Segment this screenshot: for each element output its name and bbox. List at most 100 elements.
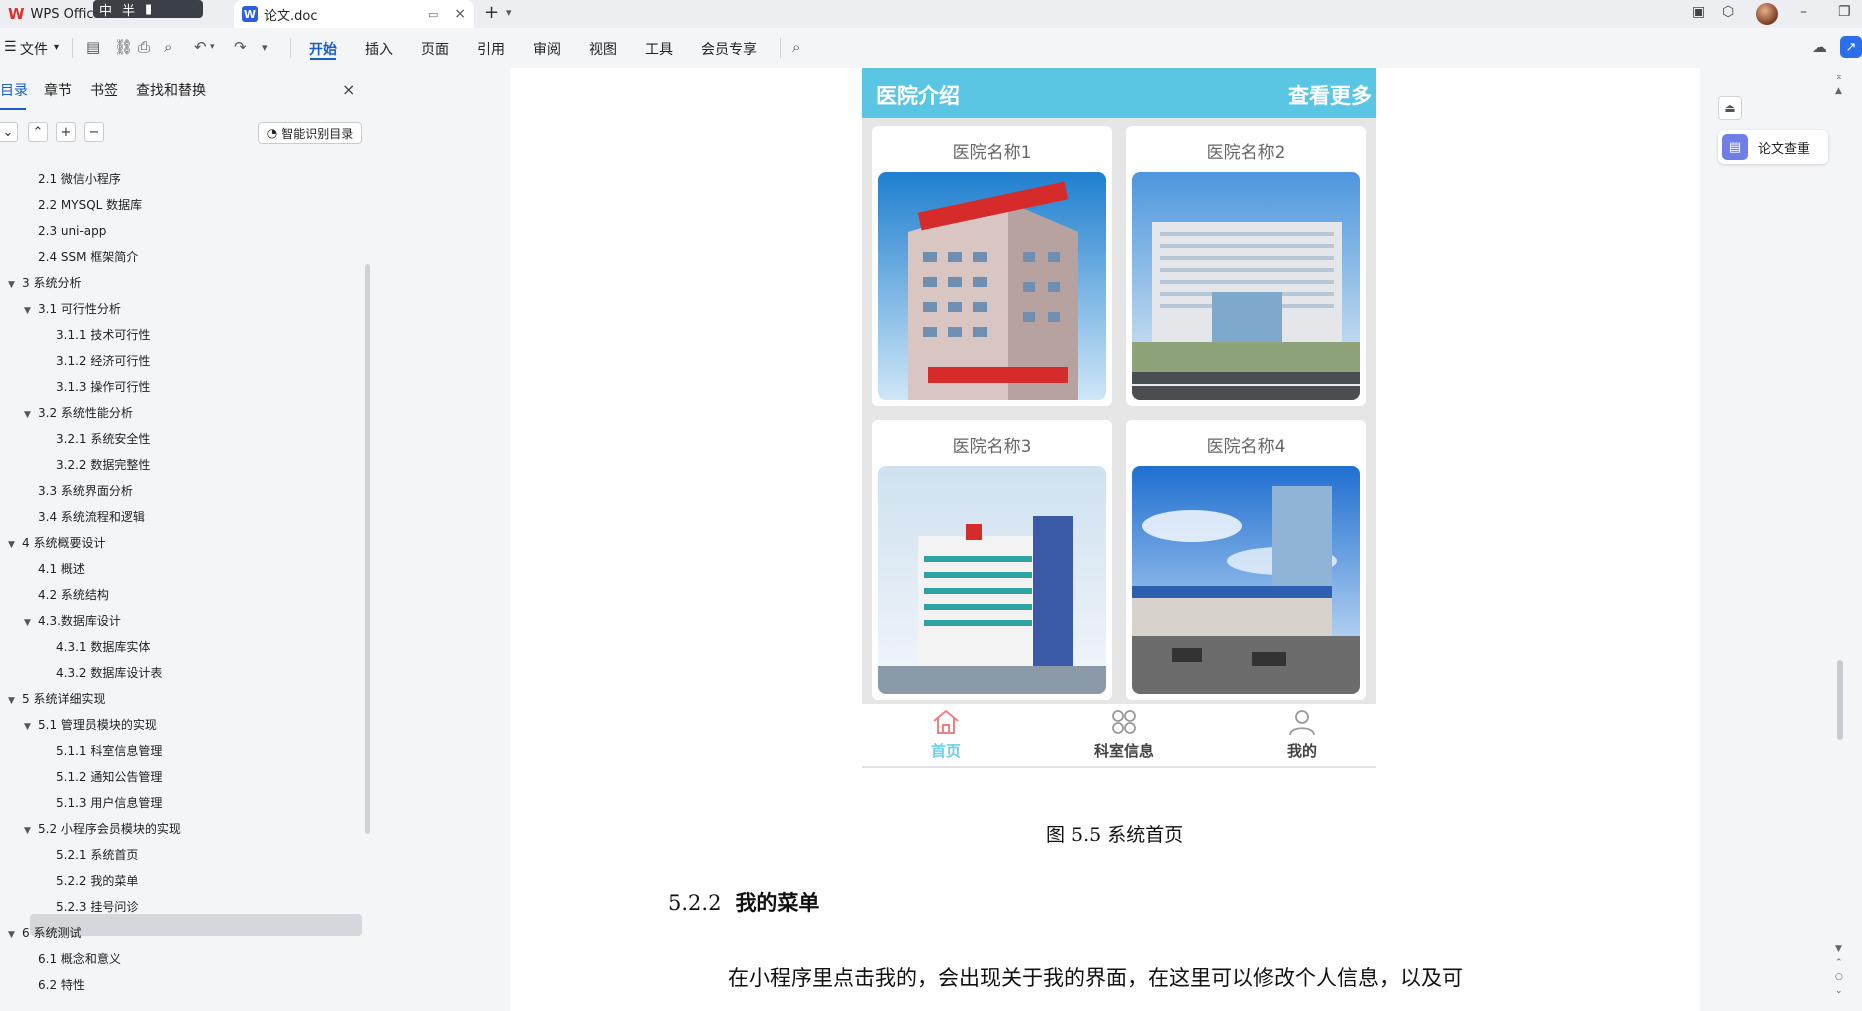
search-icon[interactable]: ⌕ [792, 38, 800, 56]
toc-item[interactable]: 5.1.2 通知公告管理 [42, 766, 162, 788]
print-icon[interactable]: ⎙ [138, 38, 150, 56]
print-preview-icon[interactable]: ⌕ [164, 38, 172, 56]
redo-icon[interactable]: ↷ [234, 38, 247, 56]
cube-icon[interactable]: ⬡ [1722, 4, 1734, 20]
toc-item[interactable]: 5.2.1 系统首页 [42, 844, 138, 866]
toc-item[interactable]: 3.2.1 系统安全性 [42, 428, 150, 450]
paper-check-button[interactable]: ▤ 论文查重 [1718, 130, 1828, 164]
close-pane-icon[interactable]: × [342, 80, 355, 99]
toc-item[interactable]: 3.1.3 操作可行性 [42, 376, 150, 398]
expand-arrow-icon[interactable]: ▼ [24, 300, 38, 322]
ime-mode[interactable]: 中 [99, 0, 112, 19]
next-page-icon[interactable]: ⌄ [1835, 986, 1843, 996]
toc-item[interactable]: 3.1.2 经济可行性 [42, 350, 150, 372]
menu-item-start[interactable]: 开始 [309, 39, 337, 59]
toc-item[interactable]: 2.4 SSM 框架简介 [24, 246, 138, 268]
toc-item[interactable]: 4.3.1 数据库实体 [42, 636, 150, 658]
close-tab-icon[interactable]: × [454, 6, 466, 22]
expand-arrow-icon[interactable]: ▼ [24, 716, 38, 738]
toc-item-label: 4.3.1 数据库实体 [56, 640, 151, 654]
tab-find-replace[interactable]: 查找和替换 [136, 80, 206, 100]
toc-item[interactable]: 2.2 MYSQL 数据库 [24, 194, 142, 216]
toc-item[interactable]: 4.3.2 数据库设计表 [42, 662, 162, 684]
expand-arrow-icon[interactable]: ▼ [8, 534, 22, 556]
toc-item[interactable]: ▼ 4.3.数据库设计 [24, 610, 121, 632]
menu-item-insert[interactable]: 插入 [365, 39, 393, 59]
hamburger-icon[interactable]: ☰ [4, 39, 17, 55]
toc-item[interactable]: 4.1 概述 [24, 558, 85, 580]
collapse-all-button[interactable]: ⌄ [0, 122, 18, 142]
expand-arrow-icon[interactable]: ▼ [24, 404, 38, 426]
avatar[interactable] [1756, 3, 1778, 25]
save-icon[interactable]: ▤ [86, 38, 100, 56]
link-icon[interactable]: ⛓ [114, 38, 133, 56]
toc-item[interactable]: 3.2.2 数据完整性 [42, 454, 150, 476]
toc-item[interactable]: 6.2 特性 [24, 974, 85, 996]
move-up-button[interactable]: ⌃ [28, 122, 48, 142]
toc-item[interactable]: 3.3 系统界面分析 [24, 480, 133, 502]
toc-item[interactable]: 5.1.3 用户信息管理 [42, 792, 162, 814]
menu-item-tools[interactable]: 工具 [645, 39, 673, 59]
collapse-panel-button[interactable]: ⏏ [1718, 96, 1742, 120]
chevron-down-icon[interactable]: ▾ [506, 6, 512, 19]
menu-item-view[interactable]: 视图 [589, 39, 617, 59]
chevron-down-icon[interactable]: ▾ [210, 42, 215, 52]
toc-item[interactable]: 5.2.3 挂号问诊 [42, 896, 138, 918]
cloud-icon[interactable]: ☁ [1812, 38, 1827, 56]
new-tab-button[interactable]: + [484, 2, 499, 23]
expand-arrow-icon[interactable]: ▼ [8, 274, 22, 296]
pane-scrollbar[interactable] [365, 264, 370, 834]
toc-item[interactable]: ▼ 5.2 小程序会员模块的实现 [24, 818, 181, 840]
restore-icon[interactable]: ❐ [1838, 4, 1851, 20]
toc-item-label: 5.1 管理员模块的实现 [38, 718, 157, 732]
toc-item[interactable]: ▼ 3.2 系统性能分析 [24, 402, 133, 424]
toc-item[interactable]: ▼ 3.1 可行性分析 [24, 298, 121, 320]
menu-item-page[interactable]: 页面 [421, 39, 449, 59]
nav-departments: 科室信息 [1074, 708, 1174, 761]
toc-item[interactable]: 5.2.2 我的菜单 [42, 870, 138, 892]
expand-arrow-icon[interactable]: ▼ [8, 924, 22, 946]
toc-item[interactable]: ▼ 5 系统详细实现 [8, 688, 105, 710]
document-scrollbar[interactable] [1837, 660, 1843, 740]
ime-width[interactable]: 半 [122, 0, 135, 19]
toc-item[interactable]: 2.3 uni-app [24, 220, 106, 242]
monitor-icon[interactable]: ▭ [428, 8, 438, 21]
tab-toc[interactable]: 目录 [0, 80, 28, 100]
toc-item[interactable]: 3.1.1 技术可行性 [42, 324, 150, 346]
toc-item[interactable]: 2.1 微信小程序 [24, 168, 121, 190]
scroll-up-icon[interactable]: ▲ [1835, 86, 1842, 96]
scroll-top-icon[interactable]: ⌅ [1835, 72, 1843, 82]
expand-arrow-icon[interactable]: ▼ [24, 820, 38, 842]
toc-item[interactable]: 6.1 概念和意义 [24, 948, 121, 970]
layout-icon[interactable]: ▣ [1692, 4, 1705, 20]
toc-item[interactable]: ▼ 5.1 管理员模块的实现 [24, 714, 157, 736]
expand-arrow-icon[interactable]: ▼ [24, 612, 38, 634]
smart-toc-button[interactable]: ◔ 智能识别目录 [258, 122, 362, 144]
menu-item-references[interactable]: 引用 [477, 39, 505, 59]
file-menu[interactable]: 文件 [20, 39, 48, 59]
chevron-down-icon[interactable]: ▾ [262, 41, 268, 54]
tab-chapters[interactable]: 章节 [44, 80, 72, 100]
scroll-down-icon[interactable]: ▼ [1835, 944, 1842, 954]
toc-item[interactable]: ▼ 6 系统测试 [8, 922, 81, 944]
shirt-icon[interactable]: ▮ [145, 2, 152, 17]
prev-page-icon[interactable]: ⌃ [1835, 958, 1843, 968]
add-heading-button[interactable]: + [56, 122, 76, 142]
tab-bookmarks[interactable]: 书签 [90, 80, 118, 100]
menu-item-member[interactable]: 会员专享 [701, 39, 757, 59]
ime-toolbar[interactable]: 中 半 ▮ [93, 0, 203, 19]
expand-arrow-icon[interactable]: ▼ [8, 690, 22, 712]
minimize-icon[interactable]: – [1800, 4, 1807, 20]
toc-item[interactable]: ▼ 4 系统概要设计 [8, 532, 105, 554]
toc-item[interactable]: 3.4 系统流程和逻辑 [24, 506, 145, 528]
select-browse-icon[interactable]: ○ [1835, 972, 1843, 982]
toc-item[interactable]: 5.1.1 科室信息管理 [42, 740, 162, 762]
remove-heading-button[interactable]: − [84, 122, 104, 142]
undo-icon[interactable]: ↶ [194, 38, 207, 56]
chevron-down-icon[interactable]: ▾ [54, 42, 59, 53]
toc-item[interactable]: ▼ 3 系统分析 [8, 272, 81, 294]
home-icon [933, 709, 959, 734]
toc-item[interactable]: 4.2 系统结构 [24, 584, 109, 606]
share-button[interactable]: ↗ [1840, 36, 1862, 58]
menu-item-review[interactable]: 审阅 [533, 39, 561, 59]
